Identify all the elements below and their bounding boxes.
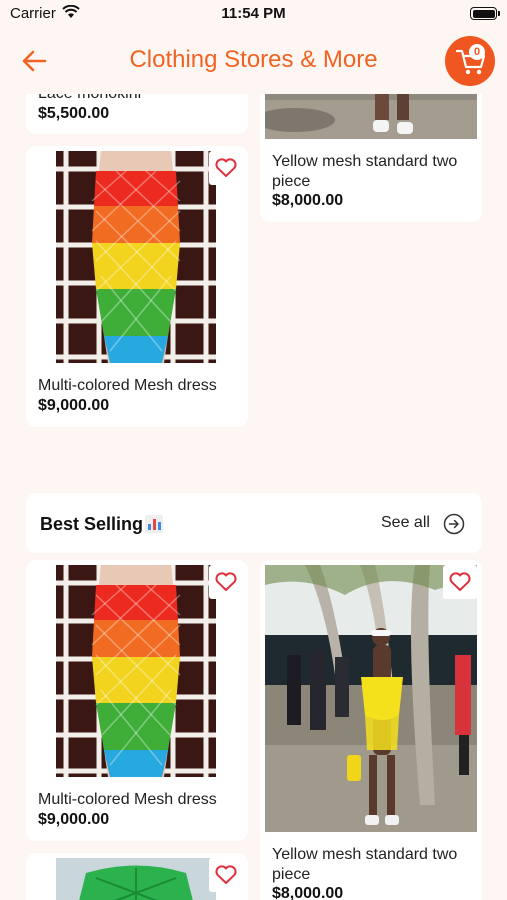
heart-icon	[215, 158, 237, 177]
product-image[interactable]	[56, 151, 216, 363]
product-name: Multi-colored Mesh dress	[38, 377, 217, 394]
product-price: $9,000.00	[38, 811, 110, 828]
favorite-button[interactable]	[209, 151, 243, 185]
clock: 11:54 PM	[221, 5, 286, 22]
product-price: $5,500.00	[38, 105, 110, 122]
arrow-circle-right-icon[interactable]	[443, 513, 465, 540]
product-name: Yellow mesh standard two piece	[272, 153, 458, 190]
product-price: $8,000.00	[272, 885, 344, 900]
product-price: $8,000.00	[272, 192, 344, 209]
product-image[interactable]	[56, 858, 216, 900]
product-card[interactable]: Multi-colored Mesh dress $9,000.00	[26, 560, 248, 841]
heart-icon	[449, 572, 471, 591]
product-name: Multi-colored Mesh dress	[38, 791, 217, 808]
heart-icon	[215, 572, 237, 591]
section-title: Best Selling	[40, 514, 144, 534]
product-name: Yellow mesh standard two piece	[272, 846, 458, 883]
favorite-button[interactable]	[209, 565, 243, 599]
product-image[interactable]	[265, 565, 477, 832]
product-price: $9,000.00	[38, 397, 110, 414]
see-all-link[interactable]: See all	[381, 514, 430, 532]
product-card[interactable]: Yellow mesh standard two piece $8,000.00	[260, 560, 482, 900]
cart-button[interactable]: 0	[445, 36, 495, 86]
heart-icon	[215, 865, 237, 884]
favorite-button[interactable]	[443, 565, 477, 599]
product-card[interactable]	[26, 853, 248, 900]
battery-icon	[470, 7, 500, 20]
favorite-button[interactable]	[209, 858, 243, 892]
page-title: Clothing Stores & More	[129, 46, 378, 73]
product-card[interactable]: Multi-colored Mesh dress $9,000.00	[26, 146, 248, 427]
app-header: Clothing Stores & More 0	[0, 28, 507, 94]
best-selling-header: Best Selling See all	[26, 493, 482, 553]
bar-chart-icon	[145, 515, 163, 533]
cart-count-badge: 0	[469, 44, 485, 60]
status-bar: Carrier 11:54 PM	[0, 0, 507, 28]
product-image[interactable]	[56, 565, 216, 777]
